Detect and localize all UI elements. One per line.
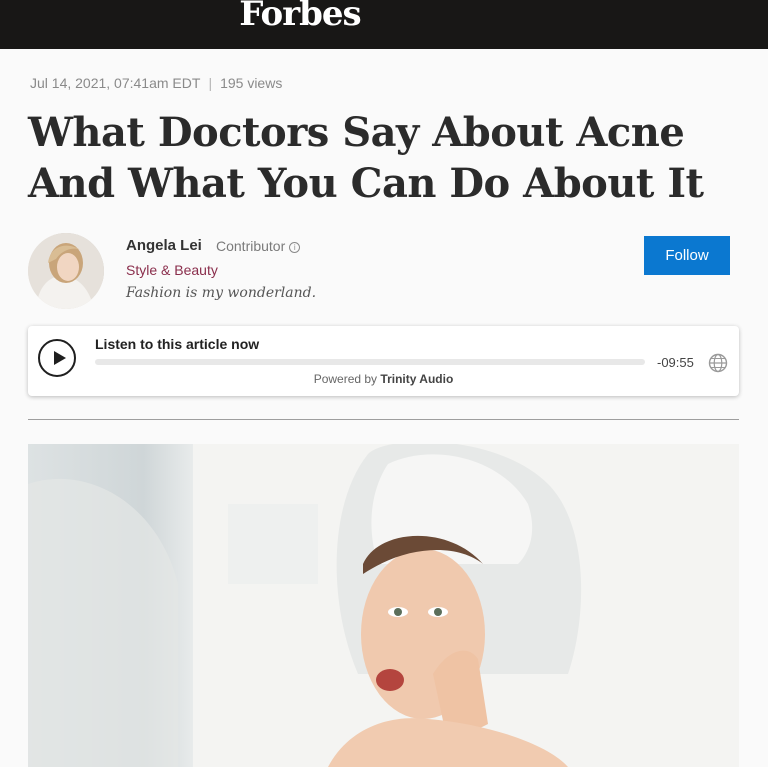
hero-image: [28, 444, 739, 767]
meta-separator: |: [208, 75, 213, 91]
audio-player: Listen to this article now -09:55 Powere…: [28, 326, 739, 396]
powered-by-brand[interactable]: Trinity Audio: [380, 372, 453, 386]
author-category[interactable]: Style & Beauty: [126, 262, 218, 278]
article-meta: Jul 14, 2021, 07:41am EDT | 195 views: [30, 75, 282, 91]
woman-mirror-photo-icon: [28, 444, 739, 767]
globe-icon[interactable]: [708, 353, 728, 373]
forbes-logo[interactable]: Forbes: [0, 0, 600, 34]
view-count: 195 views: [220, 75, 283, 91]
author-bio: Fashion is my wonderland.: [126, 285, 317, 301]
author-avatar[interactable]: [28, 233, 104, 309]
audio-title: Listen to this article now: [95, 336, 260, 352]
divider: [28, 419, 739, 420]
publish-date: Jul 14, 2021, 07:41am EDT: [30, 75, 201, 91]
powered-by: Powered by Trinity Audio: [28, 372, 739, 386]
top-bar: Forbes: [0, 0, 768, 49]
info-icon[interactable]: i: [289, 242, 301, 253]
article-headline: What Doctors Say About Acne And What You…: [28, 109, 704, 207]
author-role-label: Contributor: [216, 238, 286, 254]
play-icon: [54, 351, 66, 365]
powered-by-prefix: Powered by: [313, 372, 378, 386]
author-role: Contributor i: [216, 238, 301, 254]
author-photo-icon: [28, 233, 104, 309]
follow-button[interactable]: Follow: [644, 236, 730, 275]
author-name[interactable]: Angela Lei: [126, 237, 202, 254]
audio-progress-bar[interactable]: [95, 359, 645, 365]
audio-time-remaining: -09:55: [657, 355, 694, 370]
